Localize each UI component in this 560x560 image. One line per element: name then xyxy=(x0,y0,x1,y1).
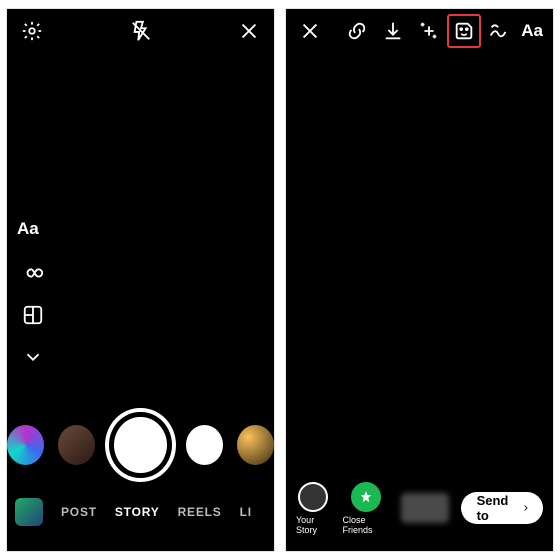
share-row: Your Story Close Friends Send to xyxy=(286,481,553,535)
download-icon[interactable] xyxy=(380,18,406,44)
scribble-icon[interactable] xyxy=(486,18,512,44)
close-icon[interactable] xyxy=(236,18,262,44)
camera-topbar xyxy=(7,9,274,53)
text-tool[interactable]: Aa xyxy=(521,21,543,41)
gear-icon[interactable] xyxy=(19,18,45,44)
link-icon[interactable] xyxy=(344,18,370,44)
close-icon[interactable] xyxy=(297,18,323,44)
flash-off-icon[interactable] xyxy=(128,18,154,44)
shutter-button[interactable] xyxy=(109,412,171,478)
filter-option[interactable] xyxy=(186,425,223,465)
filter-option[interactable] xyxy=(58,425,95,465)
close-friends-label: Close Friends xyxy=(343,515,389,535)
comparison-stage: Aa POST STORY REELS LI xyxy=(0,0,560,560)
chevron-right-icon xyxy=(521,502,531,514)
phone-left-camera: Aa POST STORY REELS LI xyxy=(6,8,275,552)
your-story-button[interactable]: Your Story xyxy=(296,482,331,535)
filter-carousel[interactable] xyxy=(7,407,274,483)
mode-live[interactable]: LI xyxy=(240,505,252,519)
highlight-box xyxy=(447,14,481,48)
gallery-thumbnail[interactable] xyxy=(15,498,43,526)
text-tool[interactable]: Aa xyxy=(17,219,41,243)
send-to-label: Send to xyxy=(477,493,516,523)
phone-right-editor: Aa Your Story Close Friends Send to xyxy=(285,8,554,552)
filter-option[interactable] xyxy=(7,425,44,465)
star-icon xyxy=(351,482,381,512)
redacted-chip xyxy=(401,493,449,523)
mode-story[interactable]: STORY xyxy=(115,505,160,519)
camera-side-tools: Aa xyxy=(17,219,49,369)
avatar xyxy=(298,482,328,512)
send-to-button[interactable]: Send to xyxy=(461,492,543,524)
close-friends-button[interactable]: Close Friends xyxy=(343,482,389,535)
infinity-icon[interactable] xyxy=(21,261,45,285)
mode-tabs: POST STORY REELS LI xyxy=(7,497,274,527)
editor-topbar: Aa xyxy=(286,9,553,53)
your-story-label: Your Story xyxy=(296,515,331,535)
sticker-icon[interactable] xyxy=(451,18,477,44)
sparkle-icon[interactable] xyxy=(416,18,442,44)
mode-reels[interactable]: REELS xyxy=(178,505,222,519)
filter-option[interactable] xyxy=(237,425,274,465)
layout-icon[interactable] xyxy=(21,303,45,327)
chevron-down-icon[interactable] xyxy=(21,345,45,369)
mode-post[interactable]: POST xyxy=(61,505,97,519)
